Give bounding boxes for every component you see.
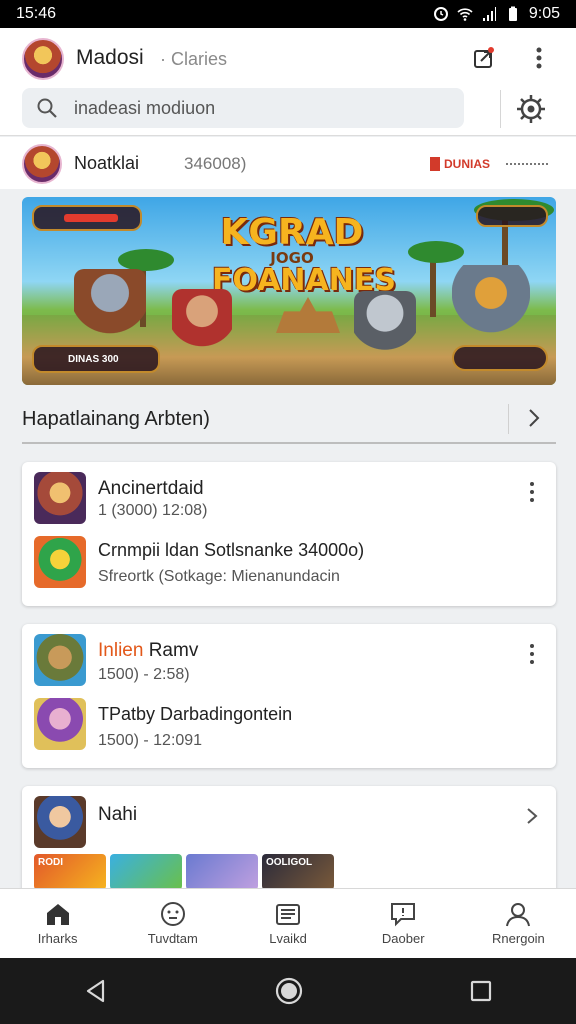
channel-dots <box>506 163 548 165</box>
signal-icon <box>482 7 496 21</box>
bottom-navigation: Irharks Tuvdtam Lvaikd Daober Rnergoin <box>0 888 576 958</box>
section-title: Hapatlainang Arbten) <box>22 408 210 430</box>
channel-badge: DUNIAS <box>430 157 490 171</box>
share-icon <box>474 47 494 68</box>
back-icon[interactable] <box>83 978 109 1004</box>
game-banner[interactable]: KGRAD JOGO FOANANES DINAS 300 <box>22 197 556 385</box>
nav-label: Daober <box>381 931 425 946</box>
post-title[interactable]: Inlien Ramv <box>98 640 198 662</box>
nav-label: Rnergoin <box>492 931 545 946</box>
character-swordsman <box>172 289 232 363</box>
nav-item-explore[interactable]: Tuvdtam <box>115 889 230 958</box>
more-options-button[interactable] <box>525 44 553 72</box>
post-meta: 1500) - 12:091 <box>98 732 203 749</box>
hud-action-buttons[interactable] <box>452 345 548 371</box>
hud-resources <box>476 205 548 227</box>
collection-tiles: RODI OOLIGOL <box>34 854 334 890</box>
home-circle-icon[interactable] <box>274 976 304 1006</box>
nav-label: Tuvdtam <box>147 931 198 946</box>
profile-icon <box>506 903 531 927</box>
search-icon <box>37 98 57 118</box>
status-time: 15:46 <box>16 5 57 22</box>
banner-title-line3: FOANANES <box>212 263 396 298</box>
post-more-button[interactable] <box>522 642 542 666</box>
hud-status-bar: DINAS 300 <box>32 345 160 373</box>
post-thumbnail[interactable] <box>34 634 86 686</box>
chevron-right-icon[interactable] <box>524 406 544 430</box>
collection-tile[interactable]: OOLIGOL <box>262 854 334 890</box>
gear-icon <box>517 95 545 123</box>
avatar[interactable] <box>22 38 64 80</box>
character-robot <box>452 265 530 345</box>
nav-item-home[interactable]: Irharks <box>0 889 115 958</box>
more-vert-icon <box>536 47 542 69</box>
collection-tile[interactable]: RODI <box>34 854 106 890</box>
palm-trunk <box>430 257 436 317</box>
nav-label: Lvaikd <box>269 931 307 946</box>
battery-icon <box>508 6 517 21</box>
nav-item-profile[interactable]: Rnergoin <box>461 889 576 958</box>
alarm-icon <box>433 7 448 21</box>
nav-item-library[interactable]: Lvaikd <box>230 889 345 958</box>
smiley-icon <box>160 902 185 926</box>
page-subtitle[interactable]: · Claries <box>160 49 227 70</box>
banner-title-line1: KGRAD <box>220 212 364 253</box>
post-card[interactable]: Inlien Ramv 1500) - 2:58) TPatby Darbadi… <box>22 624 556 768</box>
post-more-button[interactable] <box>522 480 542 504</box>
channel-avatar[interactable] <box>22 144 62 184</box>
post-thumbnail[interactable] <box>34 472 86 524</box>
search-placeholder: inadeasi modiuon <box>74 98 216 118</box>
library-icon <box>276 904 300 925</box>
share-button[interactable] <box>470 44 498 72</box>
app-header: Madosi · Claries inadeasi modiuon <box>0 28 576 136</box>
collection-title[interactable]: Nahi <box>98 804 137 826</box>
settings-button[interactable] <box>514 92 548 126</box>
hud-status-text: DINAS 300 <box>68 354 119 365</box>
home-icon <box>46 904 69 925</box>
page-title: Madosi <box>76 46 144 69</box>
header-divider <box>500 90 501 128</box>
message-icon <box>391 903 416 927</box>
collection-tile[interactable] <box>186 854 258 890</box>
nav-label: Irharks <box>37 931 78 946</box>
section-divider <box>508 404 509 434</box>
post-title[interactable]: Crnmpii ldan Sotlsnanke 34000o) <box>98 540 364 561</box>
chevron-right-icon[interactable] <box>524 806 540 826</box>
character-knight <box>354 291 416 365</box>
recents-icon[interactable] <box>469 979 493 1003</box>
post-title-highlight: Inlien <box>98 640 144 661</box>
collection-card[interactable]: Nahi RODI OOLIGOL <box>22 786 556 896</box>
post-thumbnail[interactable] <box>34 698 86 750</box>
status-icons: 9:05 <box>433 5 560 23</box>
system-navigation-bar <box>0 958 576 1024</box>
post-card[interactable]: Ancinertdaid 1 (3000) 12:08) Crnmpii lda… <box>22 462 556 606</box>
post-title[interactable]: TPatby Darbadingontein <box>98 704 292 725</box>
nav-item-messages[interactable]: Daober <box>346 889 461 958</box>
post-meta: Sfreortk (Sotkage: Mienanundacin <box>98 568 340 585</box>
banner-game-title: KGRAD JOGO FOANANES <box>212 212 396 298</box>
wifi-icon <box>457 8 473 21</box>
channel-name: Noatklai <box>74 153 140 173</box>
post-meta: 1 (3000) 12:08) <box>98 502 208 519</box>
health-fill <box>64 214 118 222</box>
search-input[interactable]: inadeasi modiuon <box>22 88 464 128</box>
post-title[interactable]: Ancinertdaid <box>98 478 204 500</box>
channel-count: 346008) <box>184 154 247 173</box>
character-cat-warrior <box>74 269 146 349</box>
palm-leaves <box>118 249 174 271</box>
status-clock: 9:05 <box>528 5 560 22</box>
channel-row[interactable]: Noatklai 346008) DUNIAS <box>0 137 576 189</box>
post-thumbnail[interactable] <box>34 536 86 588</box>
collection-tile[interactable] <box>110 854 182 890</box>
post-meta: 1500) - 2:58) <box>98 666 190 683</box>
section-header[interactable]: Hapatlainang Arbten) <box>22 398 556 444</box>
hud-health-bar <box>32 205 142 231</box>
collection-thumbnail[interactable] <box>34 796 86 848</box>
palm-leaves <box>408 241 464 263</box>
status-bar: 15:46 9:05 <box>0 0 576 28</box>
post-title-rest: Ramv <box>143 640 199 661</box>
